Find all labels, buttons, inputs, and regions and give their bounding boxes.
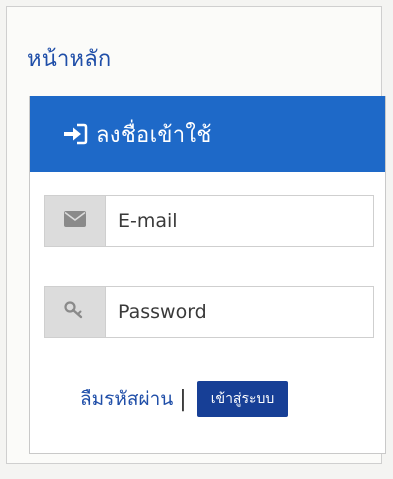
envelope-icon (64, 211, 86, 231)
password-field[interactable] (106, 287, 373, 337)
login-actions: ลืมรหัสผ่าน | เข้าสู่ระบบ (80, 381, 289, 417)
login-title: ลงชื่อเข้าใช้ (96, 122, 212, 148)
email-input-group (44, 195, 374, 247)
email-field[interactable] (106, 196, 373, 246)
login-panel-container: หน้าหลัก ลงชื่อเข้าใช้ E-mail ลืมรหัสผ่า… (6, 6, 386, 464)
login-header: ลงชื่อเข้าใช้ (30, 96, 385, 172)
password-input-group (44, 286, 374, 338)
login-button[interactable]: เข้าสู่ระบบ (196, 381, 289, 417)
home-title[interactable]: หน้าหลัก (27, 41, 111, 76)
sign-in-icon (62, 122, 88, 146)
key-icon (64, 301, 86, 323)
email-addon (45, 196, 106, 246)
forgot-password-link[interactable]: ลืมรหัสผ่าน (80, 384, 173, 414)
separator: | (179, 386, 187, 412)
password-addon (45, 287, 106, 337)
login-box: ลงชื่อเข้าใช้ E-mail ลืมรหัสผ่าน | เข้าส… (29, 96, 386, 454)
